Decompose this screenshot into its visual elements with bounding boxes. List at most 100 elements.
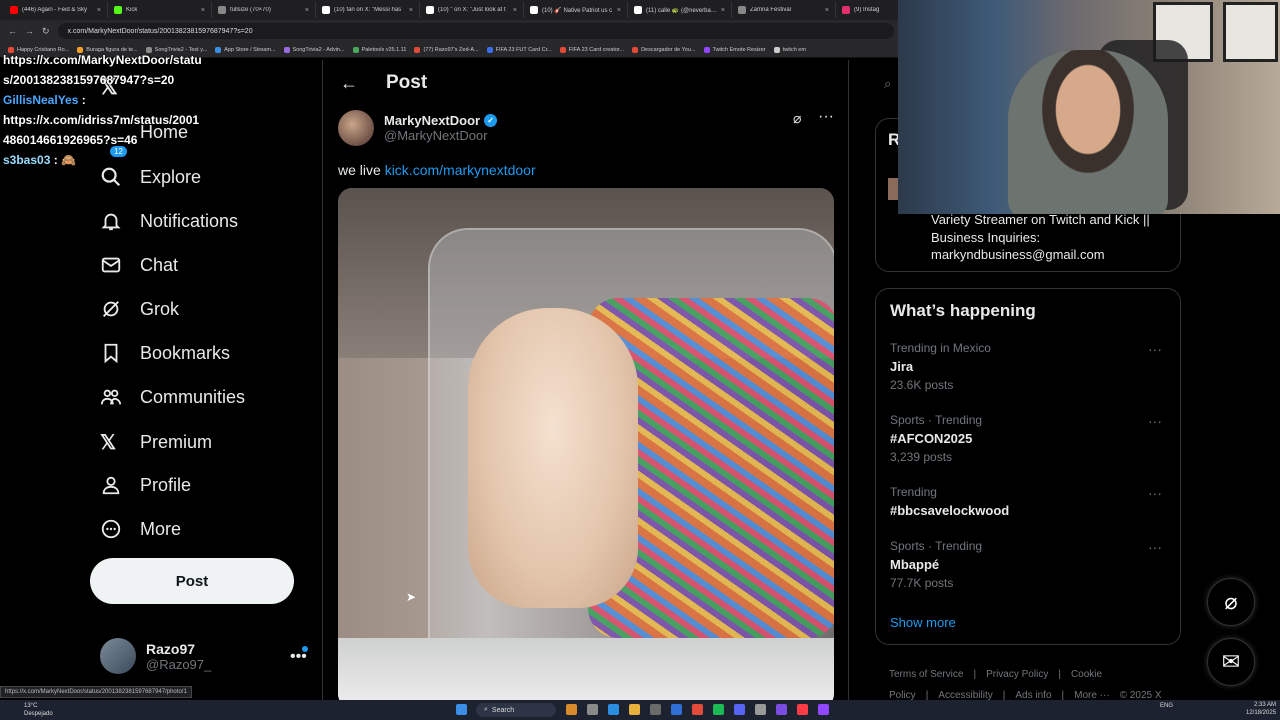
reload-icon[interactable]: ↻	[42, 26, 50, 37]
weather-widget[interactable]: 13°C Despejado	[24, 702, 53, 718]
browser-tab[interactable]: Zamna Festival ×	[732, 2, 836, 18]
clock-time: 2:33 AM	[1254, 702, 1277, 708]
nav-chat[interactable]: Chat	[100, 254, 178, 276]
author-avatar[interactable]	[338, 110, 374, 146]
tab-favicon-icon	[738, 6, 746, 14]
grok-fab-icon[interactable]: ⌀	[1207, 578, 1255, 626]
trend-more-icon[interactable]: ···	[1148, 413, 1162, 429]
nav-notifications-label: Notifications	[140, 210, 239, 231]
nav-more[interactable]: More	[100, 518, 181, 540]
bookmark-favicon-icon	[414, 46, 421, 53]
close-icon[interactable]: ×	[513, 7, 517, 14]
footer-link[interactable]: Terms of Service	[889, 669, 963, 680]
show-more-link[interactable]: Show more	[890, 615, 956, 630]
nav-premium[interactable]: 𝕏 Premium	[100, 430, 212, 455]
tab-favicon-icon	[634, 6, 642, 14]
obs-icon[interactable]	[776, 704, 787, 715]
nav-bookmarks-label: Bookmarks	[140, 342, 231, 363]
browser-tab[interactable]: (11) calle 🐢 (@neverbaby ×	[628, 2, 732, 18]
app-icon[interactable]	[671, 704, 682, 715]
bookmark-favicon-icon	[215, 46, 222, 53]
back-arrow-icon[interactable]: ←	[8, 26, 17, 36]
close-icon[interactable]: ×	[825, 7, 829, 14]
browser-tab[interactable]: fullsize (70×70) ×	[212, 2, 316, 18]
trend-count: 3,239 posts	[890, 450, 953, 464]
bookmark-item[interactable]: App Store / Stream...	[215, 46, 276, 53]
app-icon[interactable]	[566, 704, 577, 715]
discord-icon[interactable]	[734, 704, 745, 715]
store-icon[interactable]	[650, 704, 661, 715]
forward-arrow-icon[interactable]: →	[25, 26, 34, 36]
close-icon[interactable]: ×	[97, 7, 101, 14]
search-icon: ⌕	[484, 706, 488, 713]
post-button[interactable]: Post	[90, 558, 294, 604]
nav-premium-label: Premium	[140, 432, 213, 452]
post-media[interactable]	[338, 188, 834, 700]
url-field[interactable]: x.com/MarkyNextDoor/status/2001382381597…	[57, 23, 894, 39]
nav-communities-label: Communities	[140, 386, 246, 407]
tab-label: (446) Again - Feid & Sky	[22, 7, 88, 13]
mail-icon	[101, 257, 121, 273]
bookmark-item[interactable]: Descargador de You...	[632, 46, 696, 53]
folder-icon[interactable]	[629, 704, 640, 715]
tab-favicon-icon	[842, 6, 850, 14]
account-name: Razo97	[146, 640, 196, 657]
tab-favicon-icon	[114, 6, 122, 14]
bio-avatar	[888, 178, 898, 200]
browser-tab[interactable]: (446) Again - Feid & Sky ×	[4, 2, 108, 18]
taskbar-search[interactable]: ⌕ Search	[476, 703, 556, 717]
trend-item[interactable]: Trending in Mexico Jira 23.6K posts ···	[890, 341, 1170, 392]
nav-bookmarks[interactable]: Bookmarks	[100, 342, 230, 364]
spotify-icon[interactable]	[713, 704, 724, 715]
system-tray[interactable]: ENG	[1160, 703, 1173, 709]
mouse-cursor-icon: ➤	[406, 590, 417, 604]
trend-context: Trending	[890, 485, 937, 499]
browser-tab[interactable]: Kick ×	[108, 2, 212, 18]
trend-item[interactable]: Sports · Trending Mbappé 77.7K posts ···	[890, 539, 1170, 590]
close-icon[interactable]: ×	[305, 7, 309, 14]
footer-link[interactable]: Privacy Policy	[986, 669, 1048, 680]
close-icon[interactable]: ×	[409, 7, 413, 14]
bookmark-item[interactable]: Twitch Emote Resizer	[703, 46, 766, 53]
post-author[interactable]: MarkyNextDoor ✓ @MarkyNextDoor	[324, 106, 848, 150]
nav-notifications[interactable]: Notifications	[100, 210, 238, 232]
browser-tab[interactable]: (10) fan on X: "Messi has ×	[316, 2, 420, 18]
app-icon[interactable]	[755, 704, 766, 715]
bookmark-item[interactable]: FIFA 23 FUT Card Cr...	[486, 46, 552, 53]
taskbar: 13°C Despejado ⌕ Search ENG 2:33 AM 12/18…	[0, 700, 1280, 720]
account-switcher[interactable]: Razo97 @Razo97_	[100, 638, 211, 674]
trend-item[interactable]: Trending #bbcsavelockwood ···	[890, 485, 1170, 518]
browser-tab[interactable]: (10) " on X: "Just look at t ×	[420, 2, 524, 18]
bookmark-item[interactable]: FIFA 23 Card creator...	[559, 46, 624, 53]
trend-item[interactable]: Sports · Trending #AFCON2025 3,239 posts…	[890, 413, 1170, 464]
nav-communities[interactable]: Communities	[100, 386, 245, 408]
search-icon[interactable]: ⌕	[884, 76, 891, 92]
nav-profile[interactable]: Profile	[100, 474, 191, 496]
close-icon[interactable]: ×	[201, 7, 205, 14]
start-icon[interactable]	[456, 704, 467, 715]
music-icon[interactable]	[797, 704, 808, 715]
chrome-icon[interactable]	[692, 704, 703, 715]
edge-icon[interactable]	[608, 704, 619, 715]
bookmark-item[interactable]: (77) Razo97's Zed-A...	[414, 46, 479, 53]
nav-grok-label: Grok	[140, 298, 180, 319]
bookmark-item[interactable]: SongTrivia2 - Advin...	[283, 46, 345, 53]
post-link[interactable]: kick.com/markynextdoor	[385, 162, 536, 178]
close-icon[interactable]: ×	[617, 7, 621, 14]
browser-tab[interactable]: (10) 🎸 Native Patriot us c ×	[524, 2, 628, 18]
trend-more-icon[interactable]: ···	[1148, 341, 1162, 357]
grok-icon[interactable]: ⌀	[793, 110, 801, 127]
nav-grok[interactable]: Grok	[100, 298, 179, 320]
trend-more-icon[interactable]: ···	[1148, 539, 1162, 555]
twitch-icon[interactable]	[818, 704, 829, 715]
post-more-icon[interactable]: ···	[818, 108, 834, 126]
close-icon[interactable]: ×	[721, 7, 725, 14]
trend-more-icon[interactable]: ···	[1148, 485, 1162, 501]
back-arrow-icon[interactable]: ←	[340, 73, 358, 94]
bookmark-item[interactable]: Paletools v25.1.11	[352, 46, 406, 53]
author-name[interactable]: MarkyNextDoor	[384, 113, 480, 128]
bookmark-item[interactable]: twitch em	[773, 46, 806, 53]
clock[interactable]: 2:33 AM 12/18/2025	[1246, 701, 1276, 717]
app-icon[interactable]	[587, 704, 598, 715]
messages-fab-icon[interactable]: ✉	[1207, 638, 1255, 686]
